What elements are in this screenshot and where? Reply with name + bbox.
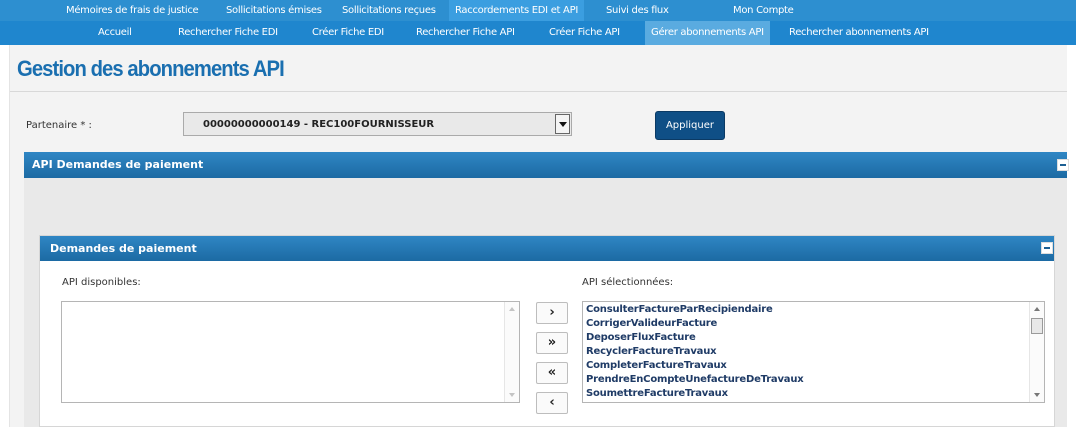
- sub-menu-rechercher-fiche-edi[interactable]: Rechercher Fiche EDI: [172, 21, 284, 45]
- remove-selected-button[interactable]: ‹: [536, 392, 568, 414]
- partner-label: Partenaire * :: [26, 120, 92, 131]
- list-item[interactable]: DeposerFluxFacture: [583, 331, 1044, 345]
- scroll-thumb[interactable]: [1031, 318, 1043, 334]
- chevron-down-icon[interactable]: [555, 114, 570, 134]
- top-menu-memoires[interactable]: Mémoires de frais de justice: [60, 0, 204, 21]
- add-all-button[interactable]: »: [536, 332, 568, 354]
- section-api-demandes-paiement-title: API Demandes de paiement: [32, 158, 204, 171]
- section-demandes-paiement-title: Demandes de paiement: [50, 242, 197, 255]
- collapse-icon[interactable]: [1041, 242, 1053, 254]
- scroll-up-icon[interactable]: [509, 307, 515, 311]
- sub-navigation: Accueil Rechercher Fiche EDI Créer Fiche…: [0, 21, 1076, 45]
- sub-menu-rechercher-fiche-api[interactable]: Rechercher Fiche API: [410, 21, 521, 45]
- collapse-icon[interactable]: [1057, 159, 1069, 171]
- top-menu-raccordements[interactable]: Raccordements EDI et API: [449, 0, 584, 21]
- available-api-list[interactable]: [61, 301, 520, 403]
- partner-select-value: 00000000000149 - REC100FOURNISSEUR: [203, 119, 435, 130]
- list-item[interactable]: CompleterFactureTravaux: [583, 359, 1044, 373]
- scroll-down-icon[interactable]: [509, 393, 515, 397]
- title-divider: [10, 91, 1067, 92]
- sub-menu-gerer-abonnements-api[interactable]: Gérer abonnements API: [645, 21, 770, 45]
- sub-menu-accueil[interactable]: Accueil: [92, 21, 138, 45]
- page-title: Gestion des abonnements API: [17, 56, 285, 81]
- selected-api-scrollbar[interactable]: [1029, 302, 1044, 402]
- selected-api-list[interactable]: ConsulterFactureParRecipiendaire Corrige…: [582, 301, 1045, 403]
- scroll-down-icon[interactable]: [1034, 393, 1040, 397]
- list-item[interactable]: RecyclerFactureTravaux: [583, 345, 1044, 359]
- sub-menu-creer-fiche-edi[interactable]: Créer Fiche EDI: [306, 21, 390, 45]
- top-menu-suivi-flux[interactable]: Suivi des flux: [600, 0, 675, 21]
- partner-select[interactable]: 00000000000149 - REC100FOURNISSEUR: [183, 112, 572, 136]
- apply-button[interactable]: Appliquer: [655, 111, 725, 140]
- top-menu-mon-compte[interactable]: Mon Compte: [727, 0, 800, 21]
- list-item[interactable]: ConsulterFactureParRecipiendaire: [583, 303, 1044, 317]
- list-item[interactable]: PrendreEnCompteUnefactureDeTravaux: [583, 373, 1044, 387]
- list-item[interactable]: CorrigerValideurFacture: [583, 317, 1044, 331]
- available-api-label: API disponibles:: [62, 277, 141, 288]
- section-demandes-paiement-header[interactable]: Demandes de paiement: [40, 236, 1054, 261]
- sub-menu-creer-fiche-api[interactable]: Créer Fiche API: [543, 21, 626, 45]
- scroll-up-icon[interactable]: [1034, 307, 1040, 311]
- list-item[interactable]: SoumettreFactureTravaux: [583, 387, 1044, 401]
- top-menu-sollicitations-recues[interactable]: Sollicitations reçues: [336, 0, 442, 21]
- sub-menu-rechercher-abonnements-api[interactable]: Rechercher abonnements API: [783, 21, 935, 45]
- top-menu-sollicitations-emises[interactable]: Sollicitations émises: [220, 0, 328, 21]
- available-api-scrollbar[interactable]: [504, 302, 519, 402]
- section-api-demandes-paiement-header[interactable]: API Demandes de paiement: [24, 152, 1067, 178]
- top-navigation: Mémoires de frais de justice Sollicitati…: [0, 0, 1076, 21]
- remove-all-button[interactable]: «: [536, 362, 568, 384]
- add-selected-button[interactable]: ›: [536, 302, 568, 324]
- selected-api-label: API sélectionnées:: [582, 277, 674, 288]
